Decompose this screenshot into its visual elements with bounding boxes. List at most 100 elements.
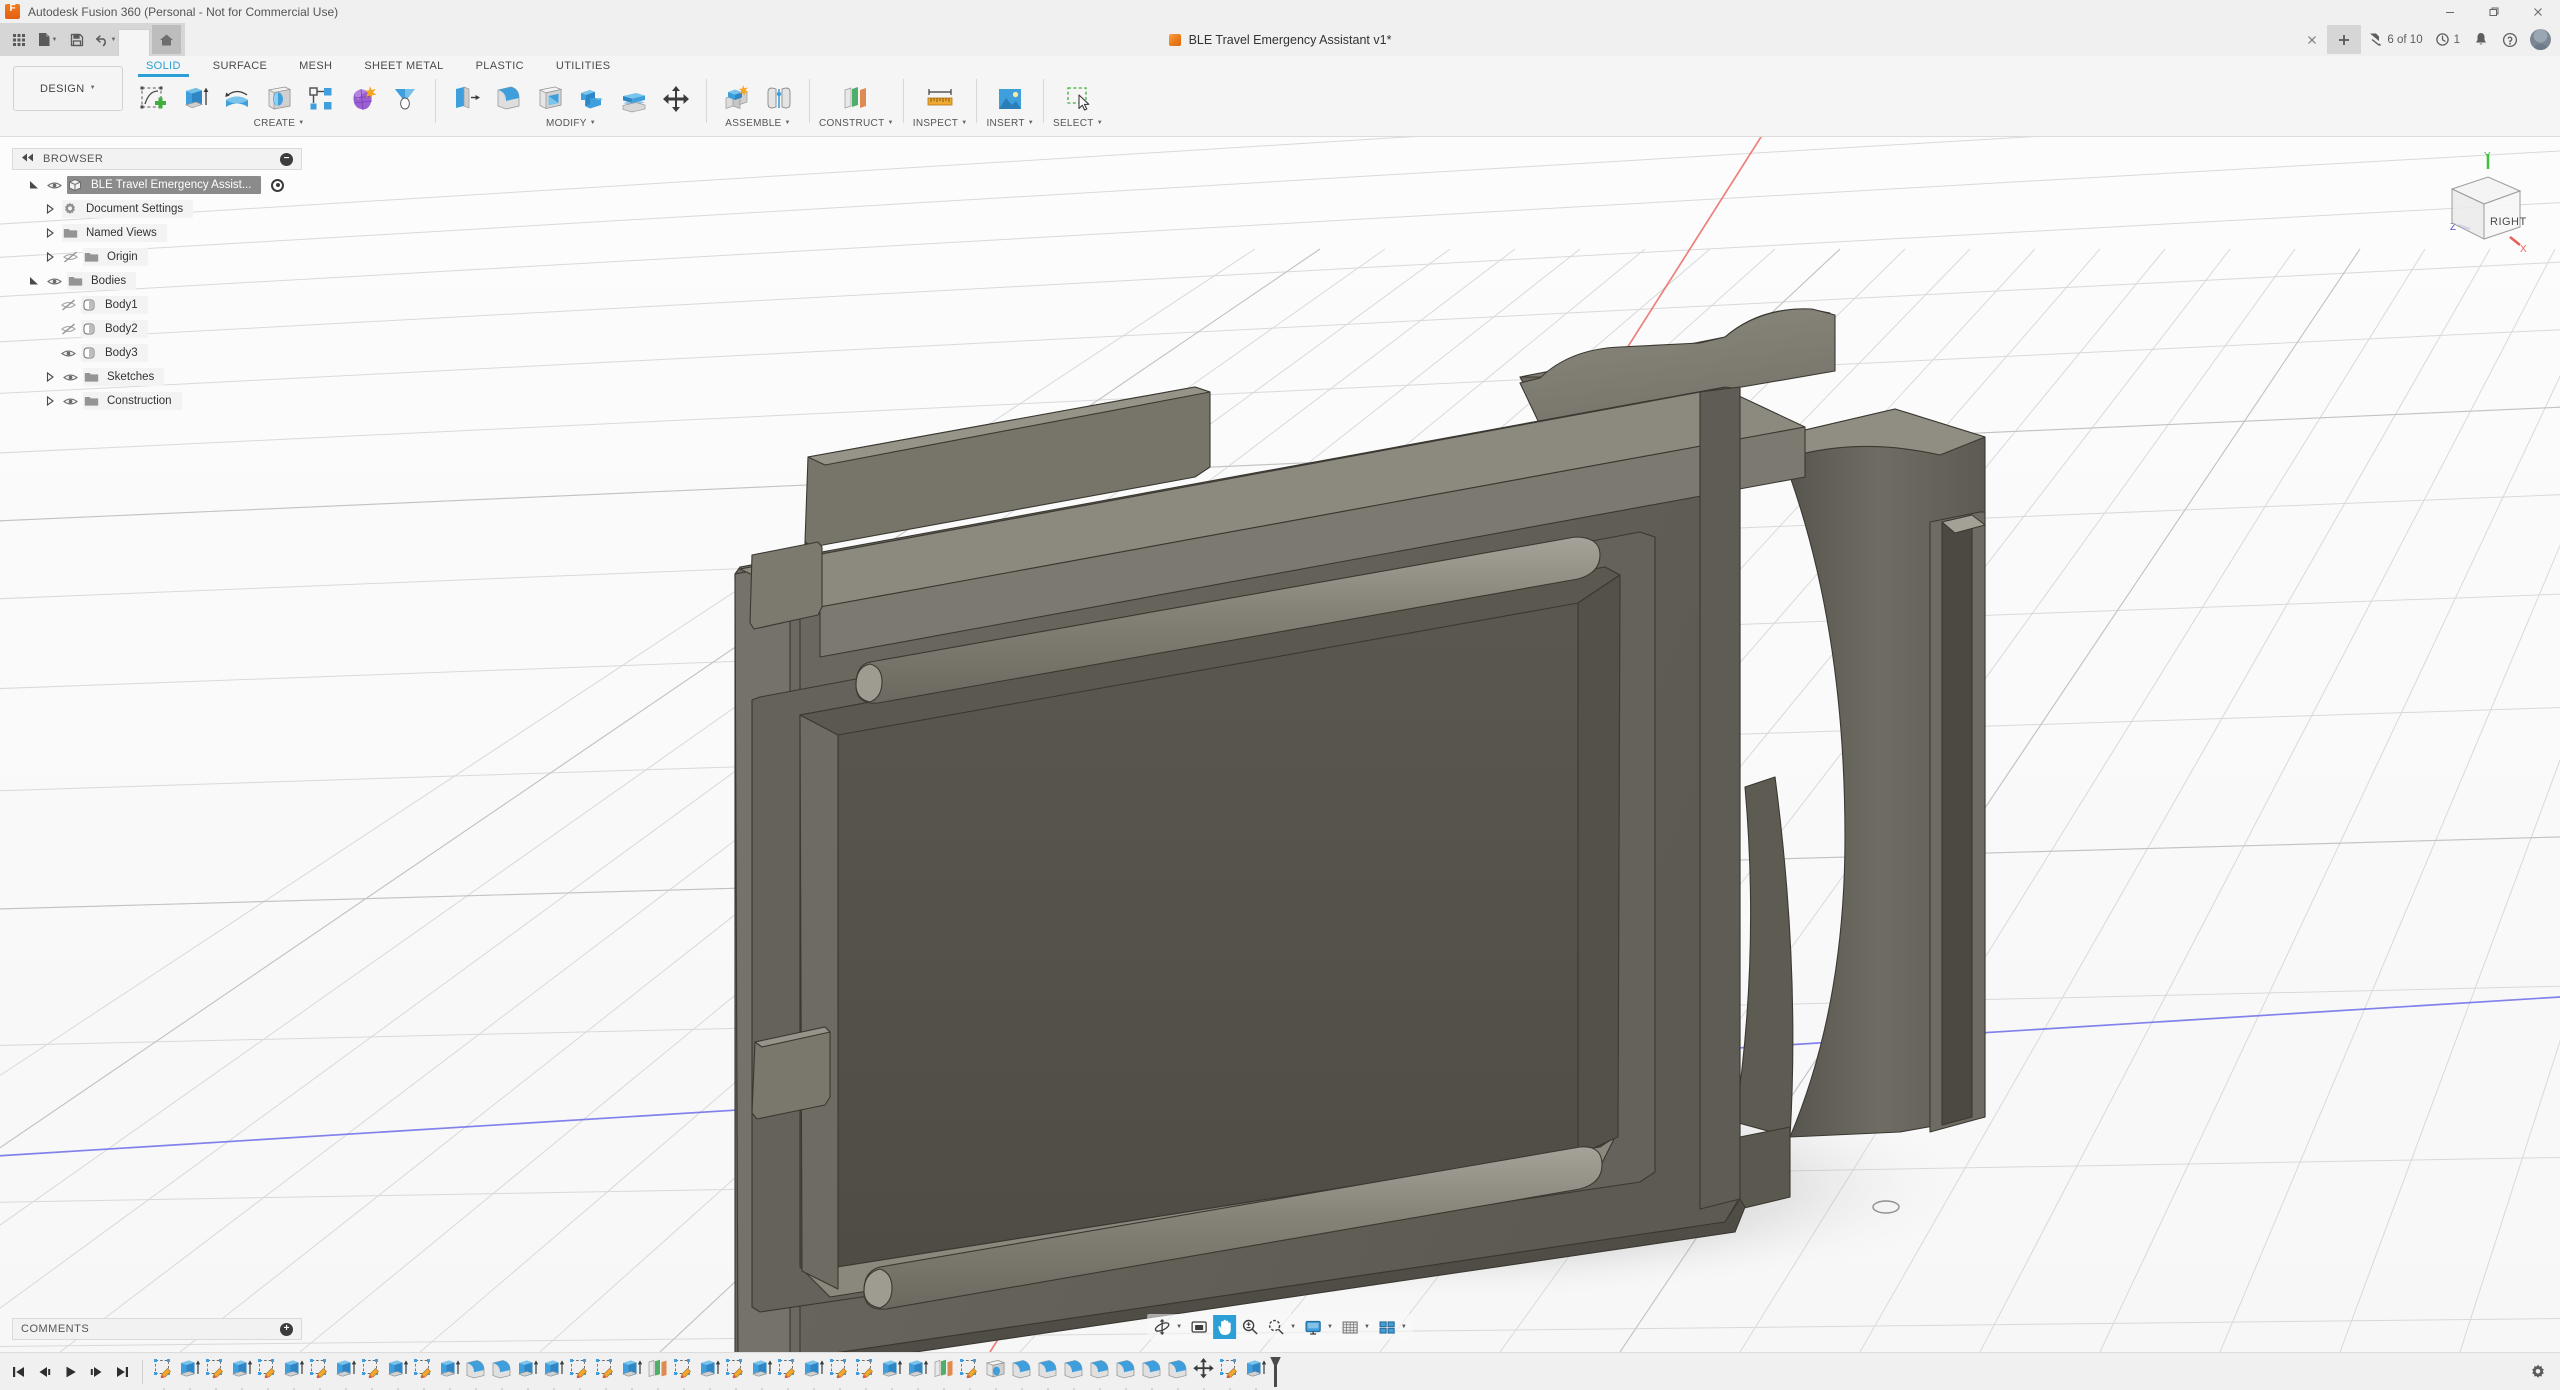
- timeline-feature[interactable]: [1165, 1357, 1191, 1387]
- fillet-tool[interactable]: [487, 79, 529, 119]
- timeline-feature[interactable]: [749, 1357, 775, 1387]
- visibility-eye-hidden-icon[interactable]: [62, 248, 79, 266]
- tree-item-root[interactable]: BLE Travel Emergency Assist...: [12, 173, 302, 197]
- minus-circle-icon[interactable]: −: [280, 153, 293, 166]
- canvas-viewport[interactable]: BROWSER −: [0, 137, 2560, 1352]
- extrude-tool[interactable]: [174, 79, 216, 119]
- zoom-tool[interactable]: [1238, 1315, 1262, 1339]
- timeline-feature[interactable]: [801, 1357, 827, 1387]
- timeline-feature[interactable]: [463, 1357, 489, 1387]
- timeline-marker[interactable]: [1271, 1357, 1280, 1387]
- grid-snaps[interactable]: [1338, 1315, 1362, 1339]
- panel-label-create[interactable]: CREATE▼: [254, 118, 305, 129]
- jobs-status[interactable]: 1: [2430, 25, 2465, 54]
- workspace-switcher[interactable]: DESIGN ▼: [13, 66, 123, 111]
- fit-view-tool[interactable]: [1187, 1315, 1211, 1339]
- insert-tool[interactable]: [989, 79, 1031, 119]
- timeline-feature[interactable]: [1087, 1357, 1113, 1387]
- timeline-feature[interactable]: [307, 1357, 333, 1387]
- offset-face-tool[interactable]: [613, 79, 655, 119]
- timeline-feature[interactable]: [619, 1357, 645, 1387]
- timeline-track[interactable]: [151, 1353, 1280, 1390]
- timeline-step-back[interactable]: [32, 1359, 56, 1385]
- visibility-eye-hidden-icon[interactable]: [60, 296, 77, 314]
- panel-label-select[interactable]: SELECT▼: [1053, 118, 1103, 129]
- visibility-eye-icon[interactable]: [46, 176, 63, 194]
- shell-tool[interactable]: [529, 79, 571, 119]
- timeline-feature[interactable]: [775, 1357, 801, 1387]
- timeline-feature[interactable]: [437, 1357, 463, 1387]
- close-icon[interactable]: [2516, 0, 2560, 23]
- timeline-feature[interactable]: [1217, 1357, 1243, 1387]
- undo-arrow-icon[interactable]: ▼: [91, 25, 120, 54]
- create-form-tool[interactable]: [342, 79, 384, 119]
- bell-icon[interactable]: [2467, 25, 2494, 54]
- timeline-feature[interactable]: [1061, 1357, 1087, 1387]
- panel-label-insert[interactable]: INSERT▼: [986, 118, 1034, 129]
- press-pull-tool[interactable]: [445, 79, 487, 119]
- timeline-feature[interactable]: [931, 1357, 957, 1387]
- tree-item-named-views[interactable]: Named Views: [12, 221, 302, 245]
- panel-label-assemble[interactable]: ASSEMBLE▼: [725, 118, 791, 129]
- ribbon-tab-plastic[interactable]: PLASTIC: [460, 56, 540, 75]
- timeline-feature[interactable]: [177, 1357, 203, 1387]
- timeline-go-start[interactable]: [6, 1359, 30, 1385]
- timeline-settings-gear-icon[interactable]: [2526, 1359, 2550, 1385]
- select-tool[interactable]: [1057, 79, 1099, 119]
- tree-item-construction[interactable]: Construction: [12, 389, 302, 413]
- plus-circle-icon[interactable]: +: [280, 1323, 293, 1336]
- extensions-status[interactable]: 6 of 10: [2363, 25, 2427, 54]
- revolve-tool[interactable]: [216, 79, 258, 119]
- timeline-feature[interactable]: [151, 1357, 177, 1387]
- save-floppy-icon[interactable]: [62, 25, 91, 54]
- twisty-collapsed-icon[interactable]: [42, 368, 58, 386]
- ribbon-tab-mesh[interactable]: MESH: [283, 56, 348, 75]
- timeline-play[interactable]: [58, 1359, 82, 1385]
- create-sketch-tool[interactable]: [132, 79, 174, 119]
- timeline-feature[interactable]: [567, 1357, 593, 1387]
- joint-tool[interactable]: [758, 79, 800, 119]
- orbit-tool[interactable]: [1150, 1315, 1174, 1339]
- timeline-feature[interactable]: [203, 1357, 229, 1387]
- tab-close-icon[interactable]: [2298, 25, 2325, 54]
- visibility-eye-icon[interactable]: [62, 392, 79, 410]
- file-icon[interactable]: ▼: [33, 25, 62, 54]
- twisty-collapsed-icon[interactable]: [42, 392, 58, 410]
- construct-plane-tool[interactable]: [835, 79, 877, 119]
- timeline-feature[interactable]: [281, 1357, 307, 1387]
- timeline-feature[interactable]: [1009, 1357, 1035, 1387]
- create-base-feature-tool[interactable]: [384, 79, 426, 119]
- ribbon-tab-sheet-metal[interactable]: SHEET METAL: [348, 56, 459, 75]
- timeline-go-end[interactable]: [110, 1359, 134, 1385]
- timeline-feature[interactable]: [671, 1357, 697, 1387]
- new-tab-plus-icon[interactable]: [2327, 25, 2361, 54]
- timeline-feature[interactable]: [229, 1357, 255, 1387]
- document-tab[interactable]: x: [118, 29, 150, 56]
- view-cube[interactable]: Z Y X RIGHT: [2410, 151, 2542, 269]
- panel-label-inspect[interactable]: INSPECT▼: [913, 118, 968, 129]
- chevron-down-icon[interactable]: ▼: [1364, 1324, 1373, 1330]
- timeline-feature[interactable]: [359, 1357, 385, 1387]
- chevron-down-icon[interactable]: ▼: [1327, 1324, 1336, 1330]
- visibility-eye-icon[interactable]: [62, 368, 79, 386]
- rectangular-pattern-tool[interactable]: [300, 79, 342, 119]
- tree-item-body1[interactable]: Body1: [12, 293, 302, 317]
- ribbon-tab-solid[interactable]: SOLID: [130, 56, 197, 75]
- timeline-feature[interactable]: [905, 1357, 931, 1387]
- panel-label-construct[interactable]: CONSTRUCT▼: [819, 118, 894, 129]
- timeline-feature[interactable]: [489, 1357, 515, 1387]
- timeline-feature[interactable]: [385, 1357, 411, 1387]
- timeline-feature[interactable]: [1139, 1357, 1165, 1387]
- timeline-feature[interactable]: [1243, 1357, 1269, 1387]
- display-settings[interactable]: [1301, 1315, 1325, 1339]
- timeline-feature[interactable]: [1035, 1357, 1061, 1387]
- timeline-feature[interactable]: [541, 1357, 567, 1387]
- timeline-feature[interactable]: [515, 1357, 541, 1387]
- combine-tool[interactable]: [571, 79, 613, 119]
- timeline-step-forward[interactable]: [84, 1359, 108, 1385]
- timeline-feature[interactable]: [957, 1357, 983, 1387]
- timeline-feature[interactable]: [1113, 1357, 1139, 1387]
- chevron-down-icon[interactable]: ▼: [1176, 1324, 1185, 1330]
- comments-panel[interactable]: COMMENTS +: [12, 1318, 302, 1340]
- timeline-feature[interactable]: [853, 1357, 879, 1387]
